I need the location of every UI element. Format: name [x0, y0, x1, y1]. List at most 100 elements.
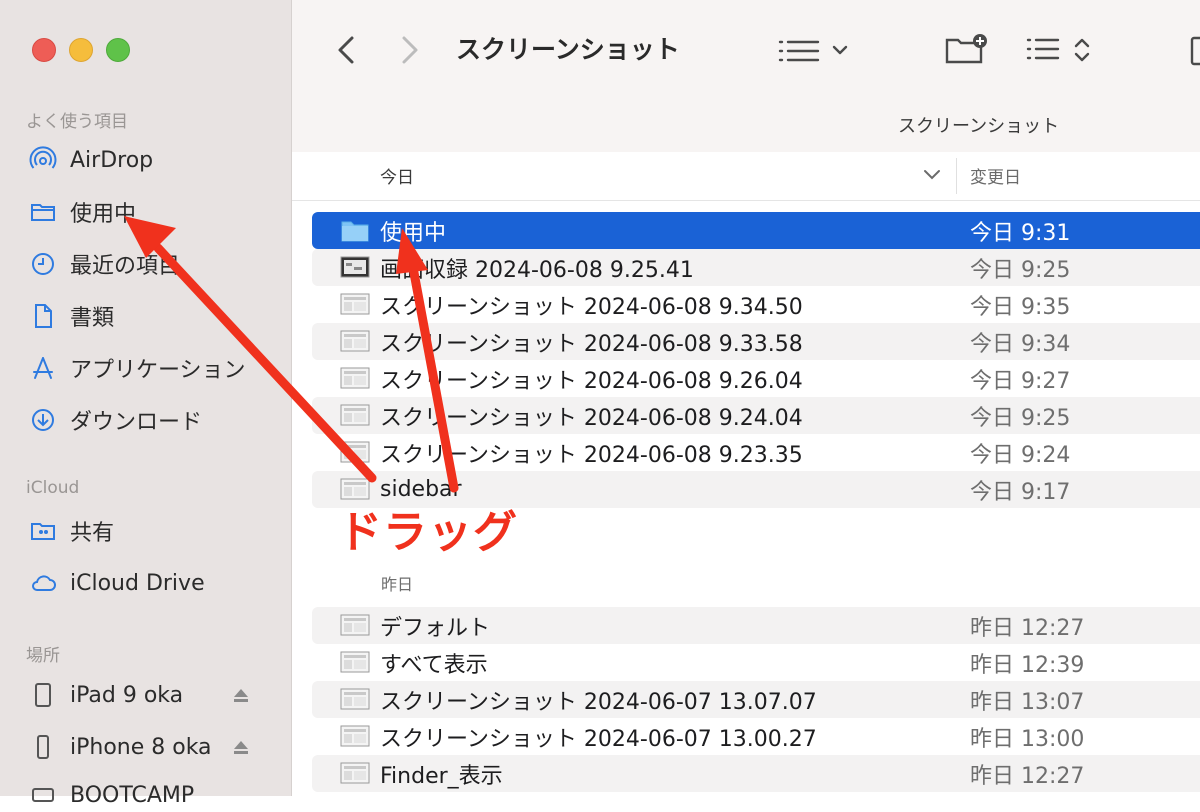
file-row[interactable]: スクリーンショット 2024-06-07 13.00.27 昨日 13:00 [312, 718, 1200, 755]
column-header [292, 152, 1200, 201]
file-name: デフォルト [380, 615, 491, 641]
file-date: 今日 9:17 [970, 479, 1071, 505]
drag-label: ドラッグ [338, 507, 518, 558]
cloud-icon [28, 568, 58, 598]
new-folder-icon[interactable] [944, 32, 990, 66]
image-file-icon [340, 651, 370, 673]
sidebar-heading-icloud: iCloud [26, 478, 80, 498]
forward-chevron-icon[interactable] [398, 34, 422, 66]
file-date: 昨日 12:27 [970, 763, 1085, 789]
image-file-icon [340, 725, 370, 747]
file-name: すべて表示 [380, 652, 488, 678]
sidebar-item-bootcamp[interactable]: BOOTCAMP [28, 778, 194, 812]
file-name: 使用中 [380, 220, 447, 246]
sidebar-item-label: iPhone 8 oka [70, 734, 212, 760]
image-file-icon [340, 367, 370, 389]
iphone-icon [28, 732, 58, 762]
airdrop-icon [28, 145, 58, 175]
file-date: 今日 9:34 [970, 331, 1071, 357]
sidebar-item-label: 使用中 [70, 202, 137, 227]
minimize-button[interactable] [69, 38, 93, 62]
chevron-down-icon[interactable] [922, 168, 942, 182]
sidebar-item-label: iPad 9 oka [70, 682, 184, 708]
video-file-icon [340, 256, 370, 278]
image-file-icon [340, 441, 370, 463]
sidebar-item-shared[interactable]: 共有 [28, 514, 114, 548]
folder-icon [341, 221, 369, 242]
file-name: 画面収録 2024-06-08 9.25.41 [380, 257, 694, 283]
sort-list-icon[interactable] [1026, 36, 1094, 64]
file-row[interactable]: スクリーンショット 2024-06-07 13.07.07 昨日 13:07 [312, 681, 1200, 718]
sidebar-item-label: iCloud Drive [70, 570, 205, 596]
file-row[interactable]: スクリーンショット 2024-06-08 9.34.50 今日 9:35 [312, 286, 1200, 323]
file-name: スクリーンショット 2024-06-08 9.24.04 [380, 405, 803, 431]
sidebar-item-airdrop[interactable]: AirDrop [28, 143, 153, 177]
group-label-yesterday: 昨日 [381, 575, 414, 594]
sidebar-item-label: 共有 [70, 521, 115, 546]
share-icon[interactable] [1190, 36, 1200, 66]
sidebar-heading-locations: 場所 [26, 646, 60, 666]
sidebar-item-recents[interactable]: 最近の項目 [28, 247, 180, 281]
image-file-icon [340, 688, 370, 710]
disk-icon [28, 780, 58, 810]
file-date: 昨日 13:07 [970, 689, 1085, 715]
column-divider[interactable] [956, 158, 957, 194]
file-date: 今日 9:35 [970, 294, 1071, 320]
file-row[interactable]: スクリーンショット 2024-06-08 9.33.58 今日 9:34 [312, 323, 1200, 360]
folder-icon [28, 197, 58, 227]
sidebar-heading-favorites: よく使う項目 [26, 112, 128, 132]
close-button[interactable] [32, 38, 56, 62]
sidebar-item-label: AirDrop [70, 147, 154, 173]
file-date: 今日 9:24 [970, 442, 1071, 468]
sidebar-item-iphone[interactable]: iPhone 8 oka [28, 730, 212, 764]
file-date: 今日 9:25 [970, 405, 1071, 431]
window-title: スクリーンショット [456, 35, 680, 64]
file-row[interactable]: 使用中 今日 9:31 [312, 212, 1200, 249]
sidebar-item-label: 最近の項目 [70, 254, 181, 279]
file-row[interactable]: スクリーンショット 2024-06-08 9.26.04 今日 9:27 [312, 360, 1200, 397]
path-label: スクリーンショット [898, 116, 1060, 137]
clock-icon [28, 249, 58, 279]
file-name: スクリーンショット 2024-06-07 13.00.27 [380, 726, 817, 752]
file-row[interactable]: スクリーンショット 2024-06-08 9.23.35 今日 9:24 [312, 434, 1200, 471]
toolbar [292, 0, 1200, 153]
sidebar-item-documents[interactable]: 書類 [28, 299, 114, 333]
file-name: Finder_表示 [380, 763, 503, 789]
back-chevron-icon[interactable] [334, 34, 358, 66]
file-name: スクリーンショット 2024-06-08 9.34.50 [380, 294, 803, 320]
image-file-icon [340, 293, 370, 315]
sidebar-item-label: アプリケーション [70, 358, 246, 383]
image-file-icon [340, 614, 370, 636]
column-date-header[interactable]: 変更日 [970, 163, 1021, 188]
file-row[interactable]: Finder_表示 昨日 12:27 [312, 755, 1200, 792]
file-name: スクリーンショット 2024-06-08 9.33.58 [380, 331, 803, 357]
file-row[interactable]: 画面収録 2024-06-08 9.25.41 今日 9:25 [312, 249, 1200, 286]
image-file-icon [340, 404, 370, 426]
zoom-button[interactable] [106, 38, 130, 62]
document-icon [28, 301, 58, 331]
sidebar-item-icloud-drive[interactable]: iCloud Drive [28, 566, 205, 600]
file-date: 昨日 12:27 [970, 615, 1085, 641]
sidebar: よく使う項目 AirDrop 使用中 最近の項目 書類 アプリケーション ダウン [0, 0, 292, 808]
file-row[interactable]: スクリーンショット 2024-06-08 9.24.04 今日 9:25 [312, 397, 1200, 434]
eject-icon[interactable] [232, 687, 250, 705]
file-date: 今日 9:27 [970, 368, 1071, 394]
file-date: 今日 9:25 [970, 257, 1071, 283]
applications-icon [28, 353, 58, 383]
image-file-icon [340, 762, 370, 784]
view-options-icon[interactable] [778, 38, 850, 64]
shared-folder-icon [28, 516, 58, 546]
sidebar-item-downloads[interactable]: ダウンロード [28, 403, 202, 437]
sidebar-item-in-use[interactable]: 使用中 [28, 195, 136, 229]
sidebar-item-label: 書類 [70, 306, 115, 331]
sidebar-item-ipad[interactable]: iPad 9 oka [28, 678, 183, 712]
file-date: 昨日 12:39 [970, 652, 1085, 678]
file-name: スクリーンショット 2024-06-08 9.23.35 [380, 442, 803, 468]
column-name-header[interactable]: 今日 [380, 163, 414, 188]
file-row[interactable]: デフォルト 昨日 12:27 [312, 607, 1200, 644]
file-date: 昨日 13:00 [970, 726, 1085, 752]
file-row[interactable]: すべて表示 昨日 12:39 [312, 644, 1200, 681]
window-controls [32, 38, 130, 62]
sidebar-item-applications[interactable]: アプリケーション [28, 351, 246, 385]
eject-icon[interactable] [232, 739, 250, 757]
